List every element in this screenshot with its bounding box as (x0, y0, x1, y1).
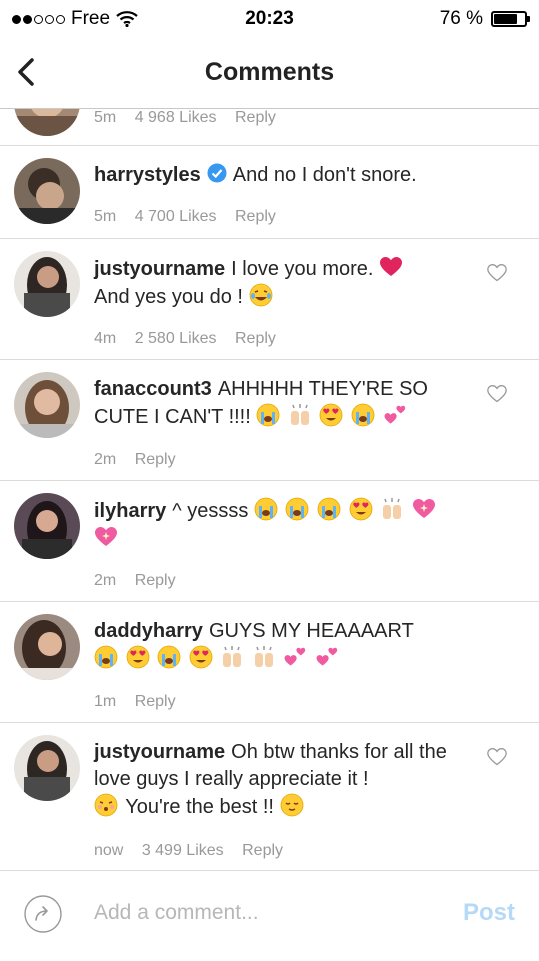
crying-emoji (256, 403, 280, 427)
avatar[interactable] (14, 735, 80, 801)
share-arrow-icon[interactable] (24, 895, 62, 933)
avatar[interactable] (14, 372, 80, 438)
comment-text: harrystyles And no I don't snore. (94, 162, 474, 189)
post-button[interactable]: Post (463, 899, 515, 927)
comment-body: GUYS MY HEAAAART (208, 620, 414, 642)
kissing-emoji (94, 793, 118, 817)
comment-item: justyourname Oh btw thanks for all the lo… (0, 723, 539, 869)
crying-emoji (351, 403, 375, 427)
like-heart-icon[interactable] (486, 263, 508, 283)
raised-hands-emoji (223, 646, 242, 667)
like-heart-icon[interactable] (486, 384, 508, 404)
comment-meta: 5m 4 968 Likes Reply (94, 109, 290, 127)
comment-likes[interactable]: 4 700 Likes (135, 208, 217, 225)
relieved-emoji (280, 793, 303, 817)
laughing-tears-emoji (249, 283, 272, 307)
reply-link[interactable]: Reply (242, 842, 283, 859)
avatar[interactable] (14, 493, 80, 559)
heart-eyes-emoji (126, 645, 149, 669)
like-heart-icon[interactable] (486, 747, 508, 767)
comment-time: 5m (94, 109, 117, 126)
comment-time: 2m (94, 451, 117, 468)
comment-username[interactable]: justyourname (94, 258, 225, 280)
comment-meta: 5m 4 700 Likes Reply (94, 208, 290, 226)
reply-link[interactable]: Reply (235, 208, 276, 225)
comment-text: daddyharry GUYS MY HEAAAART (94, 618, 474, 673)
comment-item: harrystyles And no I don't snore. 5m 4 70… (0, 146, 539, 239)
raised-hands-emoji (290, 404, 309, 425)
raised-hands-emoji (383, 498, 402, 519)
heart-eyes-emoji (189, 645, 213, 669)
reply-link[interactable]: Reply (135, 693, 176, 710)
reply-link[interactable]: Reply (135, 572, 176, 589)
reply-link[interactable]: Reply (235, 109, 276, 126)
comment-item: ilyharry ^ yessss 2m Reply (0, 481, 539, 602)
comment-likes[interactable]: 2 580 Likes (135, 330, 217, 347)
comment-text: ilyharry ^ yessss (94, 497, 474, 553)
comment-username[interactable]: ilyharry (94, 500, 166, 522)
comment-username[interactable]: justyourname (94, 741, 225, 763)
comment-time: 2m (94, 572, 117, 589)
reply-link[interactable]: Reply (235, 330, 276, 347)
comment-partial: 5m 4 968 Likes Reply (0, 109, 539, 146)
comment-meta: now 3 499 Likes Reply (94, 842, 297, 860)
comment-meta: 2m Reply (94, 572, 190, 590)
verified-badge-icon (207, 163, 227, 183)
comment-input[interactable]: Add a comment... (94, 901, 259, 925)
nav-bar: Comments (0, 38, 539, 109)
battery-level (494, 14, 517, 24)
comment-body: I love you more. (231, 258, 374, 280)
raised-hands-emoji (254, 646, 273, 667)
avatar[interactable] (14, 158, 80, 224)
comment-body-line2: You're the best !! (125, 796, 274, 818)
comment-body: And no I don't snore. (232, 164, 417, 186)
crying-emoji (94, 645, 118, 669)
battery-percent: 76 % (439, 8, 483, 29)
comment-body: ^ yessss (172, 500, 249, 522)
two-hearts-emoji (284, 647, 306, 666)
comment-meta: 2m Reply (94, 451, 190, 469)
status-right: 76 % (439, 8, 530, 30)
page-title: Comments (204, 58, 335, 86)
comment-meta: 4m 2 580 Likes Reply (94, 330, 290, 348)
crying-emoji (254, 497, 278, 521)
heart-eyes-emoji (320, 403, 343, 427)
comment-item: justyourname I love you more. And yes you… (0, 239, 539, 360)
red-heart-emoji (380, 257, 403, 276)
reply-link[interactable]: Reply (135, 451, 176, 468)
comment-time: 1m (94, 693, 117, 710)
comment-username[interactable]: fanaccount3 (94, 378, 212, 400)
comment-text: justyourname I love you more. And yes you… (94, 255, 474, 311)
comments-list[interactable]: 5m 4 968 Likes Reply harrystyles And no I… (0, 109, 539, 869)
comment-meta: 1m Reply (94, 693, 190, 711)
battery-icon (491, 11, 530, 27)
comment-likes[interactable]: 3 499 Likes (142, 842, 224, 859)
status-bar: Free 20:23 76 % (0, 0, 539, 38)
comment-text: justyourname Oh btw thanks for all the lo… (94, 739, 474, 821)
crying-emoji (317, 497, 341, 521)
comment-body-line2: And yes you do ! (94, 286, 243, 308)
two-hearts-emoji (316, 647, 338, 666)
two-hearts-emoji (384, 405, 405, 424)
sparkling-heart-emoji (412, 499, 435, 518)
comment-username[interactable]: daddyharry (94, 620, 203, 642)
comment-text: fanaccount3 AHHHHH THEY'RE SO CUTE I CAN'… (94, 376, 474, 431)
avatar[interactable] (14, 109, 80, 136)
comment-item: daddyharry GUYS MY HEAAAART 1m Reply (0, 602, 539, 723)
comment-compose-bar: Add a comment... Post (0, 870, 539, 961)
comment-time: now (94, 842, 124, 859)
comment-time: 4m (94, 330, 117, 347)
comment-item: fanaccount3 AHHHHH THEY'RE SO CUTE I CAN'… (0, 360, 539, 481)
crying-emoji (286, 497, 309, 521)
comment-likes[interactable]: 4 968 Likes (135, 109, 217, 126)
crying-emoji (157, 645, 181, 669)
heart-eyes-emoji (349, 497, 372, 521)
avatar[interactable] (14, 614, 80, 680)
sparkling-heart-emoji (95, 527, 117, 546)
avatar[interactable] (14, 251, 80, 317)
comment-username[interactable]: harrystyles (94, 164, 201, 186)
comment-time: 5m (94, 208, 117, 225)
